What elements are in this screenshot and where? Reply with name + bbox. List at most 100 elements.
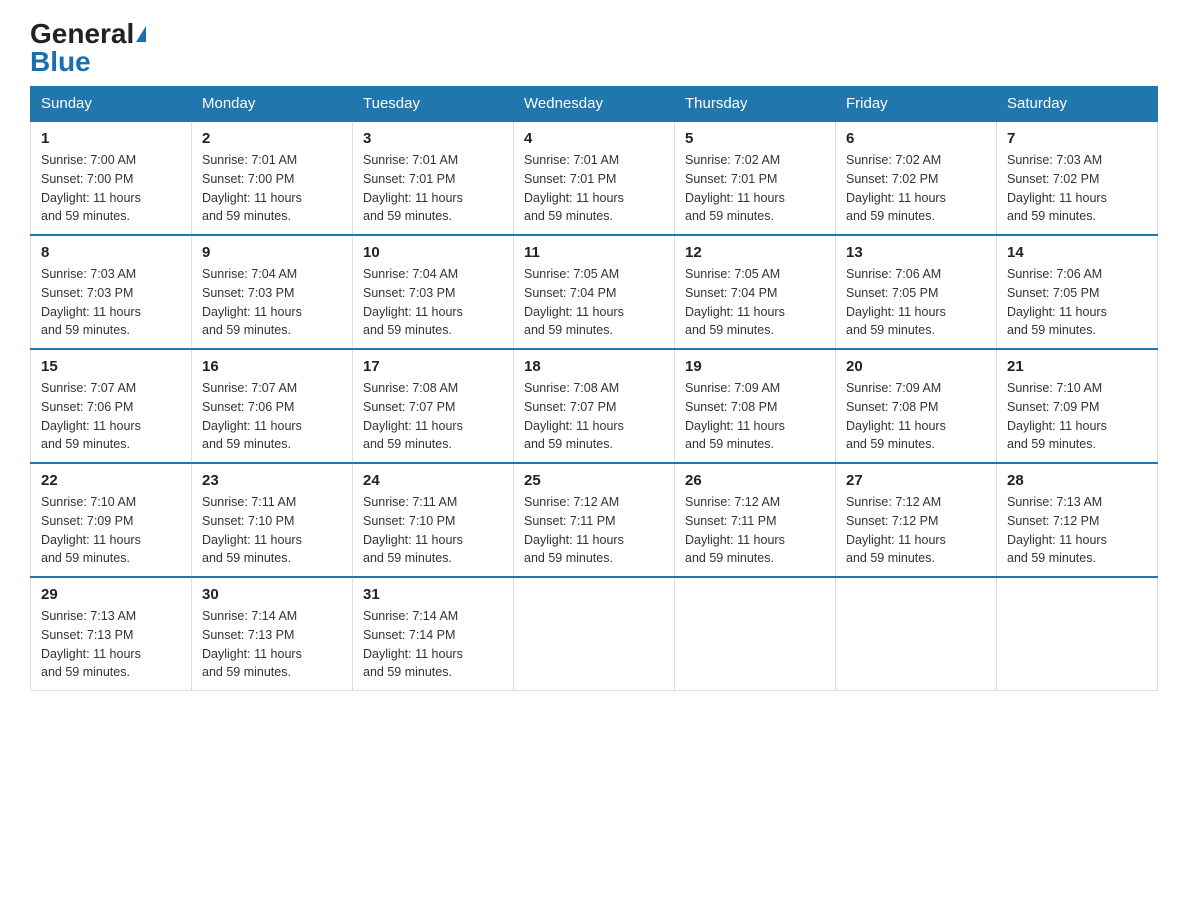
day-info: Sunrise: 7:01 AM Sunset: 7:01 PM Dayligh… bbox=[363, 151, 503, 226]
day-number: 13 bbox=[846, 244, 986, 261]
column-header-saturday: Saturday bbox=[997, 87, 1158, 122]
day-info: Sunrise: 7:13 AM Sunset: 7:12 PM Dayligh… bbox=[1007, 493, 1147, 568]
day-number: 25 bbox=[524, 472, 664, 489]
calendar-cell: 8 Sunrise: 7:03 AM Sunset: 7:03 PM Dayli… bbox=[31, 235, 192, 349]
day-info: Sunrise: 7:14 AM Sunset: 7:14 PM Dayligh… bbox=[363, 607, 503, 682]
calendar-cell: 9 Sunrise: 7:04 AM Sunset: 7:03 PM Dayli… bbox=[192, 235, 353, 349]
day-info: Sunrise: 7:02 AM Sunset: 7:01 PM Dayligh… bbox=[685, 151, 825, 226]
column-header-thursday: Thursday bbox=[675, 87, 836, 122]
page-header: General Blue bbox=[30, 20, 1158, 76]
calendar-cell: 26 Sunrise: 7:12 AM Sunset: 7:11 PM Dayl… bbox=[675, 463, 836, 577]
day-info: Sunrise: 7:10 AM Sunset: 7:09 PM Dayligh… bbox=[41, 493, 181, 568]
day-info: Sunrise: 7:10 AM Sunset: 7:09 PM Dayligh… bbox=[1007, 379, 1147, 454]
day-info: Sunrise: 7:01 AM Sunset: 7:00 PM Dayligh… bbox=[202, 151, 342, 226]
day-info: Sunrise: 7:02 AM Sunset: 7:02 PM Dayligh… bbox=[846, 151, 986, 226]
day-number: 19 bbox=[685, 358, 825, 375]
day-number: 3 bbox=[363, 130, 503, 147]
calendar-cell bbox=[836, 577, 997, 691]
day-number: 7 bbox=[1007, 130, 1147, 147]
day-number: 20 bbox=[846, 358, 986, 375]
calendar-cell: 10 Sunrise: 7:04 AM Sunset: 7:03 PM Dayl… bbox=[353, 235, 514, 349]
calendar-week-row: 22 Sunrise: 7:10 AM Sunset: 7:09 PM Dayl… bbox=[31, 463, 1158, 577]
column-header-sunday: Sunday bbox=[31, 87, 192, 122]
calendar-cell: 11 Sunrise: 7:05 AM Sunset: 7:04 PM Dayl… bbox=[514, 235, 675, 349]
calendar-cell: 3 Sunrise: 7:01 AM Sunset: 7:01 PM Dayli… bbox=[353, 121, 514, 235]
day-number: 6 bbox=[846, 130, 986, 147]
day-number: 27 bbox=[846, 472, 986, 489]
day-number: 29 bbox=[41, 586, 181, 603]
day-info: Sunrise: 7:07 AM Sunset: 7:06 PM Dayligh… bbox=[202, 379, 342, 454]
day-number: 2 bbox=[202, 130, 342, 147]
day-number: 10 bbox=[363, 244, 503, 261]
day-info: Sunrise: 7:12 AM Sunset: 7:11 PM Dayligh… bbox=[685, 493, 825, 568]
calendar-cell: 28 Sunrise: 7:13 AM Sunset: 7:12 PM Dayl… bbox=[997, 463, 1158, 577]
day-number: 12 bbox=[685, 244, 825, 261]
column-header-wednesday: Wednesday bbox=[514, 87, 675, 122]
day-number: 4 bbox=[524, 130, 664, 147]
day-info: Sunrise: 7:09 AM Sunset: 7:08 PM Dayligh… bbox=[846, 379, 986, 454]
column-header-friday: Friday bbox=[836, 87, 997, 122]
day-info: Sunrise: 7:06 AM Sunset: 7:05 PM Dayligh… bbox=[846, 265, 986, 340]
day-number: 28 bbox=[1007, 472, 1147, 489]
day-number: 8 bbox=[41, 244, 181, 261]
calendar-cell: 18 Sunrise: 7:08 AM Sunset: 7:07 PM Dayl… bbox=[514, 349, 675, 463]
day-number: 24 bbox=[363, 472, 503, 489]
calendar-week-row: 1 Sunrise: 7:00 AM Sunset: 7:00 PM Dayli… bbox=[31, 121, 1158, 235]
day-number: 15 bbox=[41, 358, 181, 375]
logo-triangle-icon bbox=[136, 26, 146, 42]
day-number: 14 bbox=[1007, 244, 1147, 261]
day-info: Sunrise: 7:12 AM Sunset: 7:12 PM Dayligh… bbox=[846, 493, 986, 568]
calendar-cell bbox=[514, 577, 675, 691]
day-info: Sunrise: 7:14 AM Sunset: 7:13 PM Dayligh… bbox=[202, 607, 342, 682]
day-info: Sunrise: 7:09 AM Sunset: 7:08 PM Dayligh… bbox=[685, 379, 825, 454]
calendar-table: SundayMondayTuesdayWednesdayThursdayFrid… bbox=[30, 86, 1158, 691]
calendar-cell: 31 Sunrise: 7:14 AM Sunset: 7:14 PM Dayl… bbox=[353, 577, 514, 691]
calendar-cell: 12 Sunrise: 7:05 AM Sunset: 7:04 PM Dayl… bbox=[675, 235, 836, 349]
day-info: Sunrise: 7:08 AM Sunset: 7:07 PM Dayligh… bbox=[363, 379, 503, 454]
day-number: 16 bbox=[202, 358, 342, 375]
day-number: 11 bbox=[524, 244, 664, 261]
calendar-week-row: 29 Sunrise: 7:13 AM Sunset: 7:13 PM Dayl… bbox=[31, 577, 1158, 691]
calendar-cell bbox=[675, 577, 836, 691]
day-number: 5 bbox=[685, 130, 825, 147]
calendar-cell: 15 Sunrise: 7:07 AM Sunset: 7:06 PM Dayl… bbox=[31, 349, 192, 463]
day-info: Sunrise: 7:05 AM Sunset: 7:04 PM Dayligh… bbox=[685, 265, 825, 340]
calendar-cell: 4 Sunrise: 7:01 AM Sunset: 7:01 PM Dayli… bbox=[514, 121, 675, 235]
day-number: 26 bbox=[685, 472, 825, 489]
calendar-cell: 13 Sunrise: 7:06 AM Sunset: 7:05 PM Dayl… bbox=[836, 235, 997, 349]
calendar-week-row: 15 Sunrise: 7:07 AM Sunset: 7:06 PM Dayl… bbox=[31, 349, 1158, 463]
calendar-cell: 25 Sunrise: 7:12 AM Sunset: 7:11 PM Dayl… bbox=[514, 463, 675, 577]
day-info: Sunrise: 7:11 AM Sunset: 7:10 PM Dayligh… bbox=[202, 493, 342, 568]
calendar-cell bbox=[997, 577, 1158, 691]
calendar-cell: 24 Sunrise: 7:11 AM Sunset: 7:10 PM Dayl… bbox=[353, 463, 514, 577]
day-number: 30 bbox=[202, 586, 342, 603]
day-info: Sunrise: 7:04 AM Sunset: 7:03 PM Dayligh… bbox=[363, 265, 503, 340]
day-number: 22 bbox=[41, 472, 181, 489]
calendar-cell: 14 Sunrise: 7:06 AM Sunset: 7:05 PM Dayl… bbox=[997, 235, 1158, 349]
calendar-cell: 7 Sunrise: 7:03 AM Sunset: 7:02 PM Dayli… bbox=[997, 121, 1158, 235]
day-number: 31 bbox=[363, 586, 503, 603]
day-info: Sunrise: 7:07 AM Sunset: 7:06 PM Dayligh… bbox=[41, 379, 181, 454]
day-info: Sunrise: 7:11 AM Sunset: 7:10 PM Dayligh… bbox=[363, 493, 503, 568]
day-info: Sunrise: 7:01 AM Sunset: 7:01 PM Dayligh… bbox=[524, 151, 664, 226]
day-info: Sunrise: 7:06 AM Sunset: 7:05 PM Dayligh… bbox=[1007, 265, 1147, 340]
day-info: Sunrise: 7:03 AM Sunset: 7:02 PM Dayligh… bbox=[1007, 151, 1147, 226]
calendar-cell: 20 Sunrise: 7:09 AM Sunset: 7:08 PM Dayl… bbox=[836, 349, 997, 463]
column-header-tuesday: Tuesday bbox=[353, 87, 514, 122]
day-info: Sunrise: 7:05 AM Sunset: 7:04 PM Dayligh… bbox=[524, 265, 664, 340]
calendar-header-row: SundayMondayTuesdayWednesdayThursdayFrid… bbox=[31, 87, 1158, 122]
calendar-cell: 21 Sunrise: 7:10 AM Sunset: 7:09 PM Dayl… bbox=[997, 349, 1158, 463]
calendar-cell: 17 Sunrise: 7:08 AM Sunset: 7:07 PM Dayl… bbox=[353, 349, 514, 463]
calendar-cell: 6 Sunrise: 7:02 AM Sunset: 7:02 PM Dayli… bbox=[836, 121, 997, 235]
logo-general-text: General bbox=[30, 20, 146, 48]
logo: General Blue bbox=[30, 20, 146, 76]
day-number: 21 bbox=[1007, 358, 1147, 375]
day-number: 23 bbox=[202, 472, 342, 489]
day-info: Sunrise: 7:12 AM Sunset: 7:11 PM Dayligh… bbox=[524, 493, 664, 568]
calendar-cell: 1 Sunrise: 7:00 AM Sunset: 7:00 PM Dayli… bbox=[31, 121, 192, 235]
calendar-cell: 27 Sunrise: 7:12 AM Sunset: 7:12 PM Dayl… bbox=[836, 463, 997, 577]
day-info: Sunrise: 7:04 AM Sunset: 7:03 PM Dayligh… bbox=[202, 265, 342, 340]
calendar-cell: 30 Sunrise: 7:14 AM Sunset: 7:13 PM Dayl… bbox=[192, 577, 353, 691]
day-info: Sunrise: 7:03 AM Sunset: 7:03 PM Dayligh… bbox=[41, 265, 181, 340]
calendar-cell: 2 Sunrise: 7:01 AM Sunset: 7:00 PM Dayli… bbox=[192, 121, 353, 235]
